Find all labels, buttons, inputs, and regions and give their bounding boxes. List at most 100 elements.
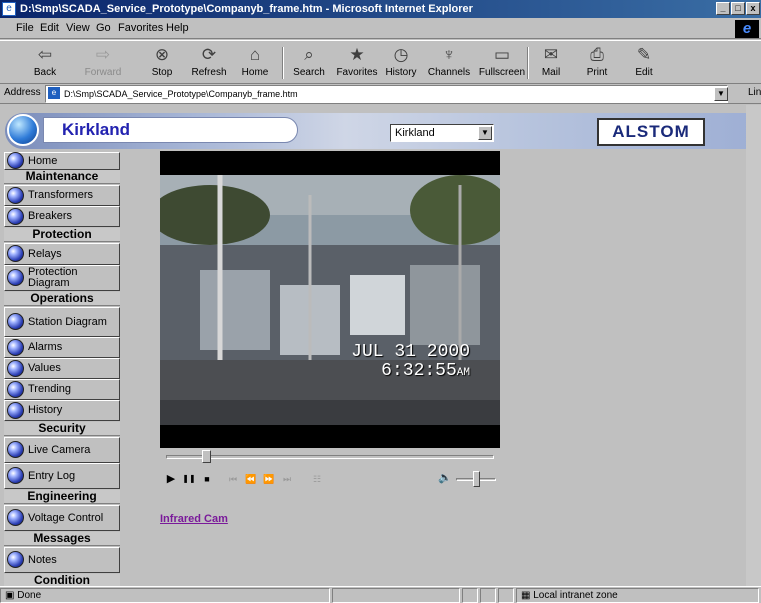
back-button[interactable]: ⇦ Back (20, 43, 70, 83)
sidebar-item-notes[interactable]: Notes (4, 547, 120, 573)
seek-bar[interactable] (166, 455, 494, 459)
sidebar-item-trending[interactable]: Trending (4, 379, 120, 400)
bullet-orb-icon (7, 186, 24, 204)
speaker-icon: 🔈 (438, 472, 452, 484)
ie-page-icon: e (2, 2, 16, 16)
menu-file[interactable]: File (16, 22, 34, 34)
site-select[interactable]: Kirkland ▼ (390, 124, 494, 142)
menu-bar: File Edit View Go Favorites Help (0, 19, 761, 39)
fullscreen-button[interactable]: ▭ Fullscreen (477, 43, 527, 83)
volume-control[interactable]: 🔈 (436, 469, 500, 489)
pause-button[interactable]: ❚❚ (180, 470, 198, 488)
back-arrow-icon: ⇦ (37, 45, 53, 64)
playlist-button[interactable]: ☷ (308, 470, 326, 488)
video-date: JUL 31 2000 (351, 342, 470, 362)
globe-icon (7, 114, 39, 146)
seek-thumb[interactable] (202, 450, 211, 463)
sidebar-item-alarms[interactable]: Alarms (4, 337, 120, 358)
status-pane (462, 588, 478, 603)
sidebar-item-relays[interactable]: Relays (4, 243, 120, 265)
status-page-icon: ▣ (5, 590, 18, 601)
edit-icon: ✎ (636, 45, 652, 64)
bullet-orb-icon (7, 551, 24, 568)
links-button[interactable]: Links (748, 87, 761, 98)
favorites-icon: ★ (349, 45, 365, 64)
window-title: D:\Smp\SCADA_Service_Prototype\Companyb_… (20, 3, 473, 15)
bullet-orb-icon (7, 380, 24, 398)
refresh-button[interactable]: ⟳ Refresh (184, 43, 234, 83)
fast-forward-button[interactable]: ⏩ (260, 470, 278, 488)
channels-button[interactable]: ♆ Channels (424, 43, 474, 83)
edit-button[interactable]: ✎ Edit (619, 43, 669, 83)
window-title-bar[interactable]: D:\Smp\SCADA_Service_Prototype\Companyb_… (0, 0, 761, 18)
address-dropdown-button[interactable]: ▼ (714, 87, 728, 101)
stop-button[interactable]: ■ (198, 470, 216, 488)
bullet-orb-icon (7, 441, 24, 458)
bullet-orb-icon (7, 245, 24, 262)
sidebar-item-transformers[interactable]: Transformers (4, 185, 120, 206)
sidebar-item-station-diagram[interactable]: Station Diagram (4, 307, 120, 337)
sidebar-item-breakers[interactable]: Breakers (4, 206, 120, 227)
section-header-security: Security (4, 422, 120, 436)
status-bar: ▣ Done ▦ Local intranet zone (0, 586, 761, 603)
infrared-cam-link[interactable]: Infrared Cam (160, 513, 228, 525)
close-button[interactable]: x (746, 2, 760, 15)
substation-camera-image (160, 175, 500, 425)
section-header-operations: Operations (4, 292, 120, 306)
bullet-orb-icon (7, 269, 24, 286)
home-button[interactable]: ⌂ Home (230, 43, 280, 83)
bullet-orb-icon (7, 359, 24, 377)
stop-button[interactable]: ⊗ Stop (137, 43, 187, 83)
rewind-button[interactable]: ⏪ (242, 470, 260, 488)
video-ampm: AM (456, 367, 470, 379)
video-time: 6:32:55 (381, 361, 457, 381)
stop-icon: ⊗ (154, 45, 170, 64)
forward-button[interactable]: ⇨ Forward (78, 43, 128, 83)
search-icon: ⌕ (304, 45, 314, 64)
print-icon: ⎙ (590, 45, 604, 64)
play-button[interactable]: ▶ (162, 470, 180, 488)
menu-view[interactable]: View (66, 22, 90, 34)
status-zone-pane: ▦ Local intranet zone (516, 588, 759, 603)
sidebar-item-history[interactable]: History (4, 400, 120, 421)
refresh-icon: ⟳ (201, 45, 217, 64)
ie-logo-icon: e (735, 20, 759, 38)
menu-favorites[interactable]: Favorites (118, 22, 163, 34)
bullet-orb-icon (7, 338, 24, 356)
status-progress-pane (332, 588, 460, 603)
status-text-pane: ▣ Done (0, 588, 330, 603)
menu-edit[interactable]: Edit (40, 22, 59, 34)
menu-go[interactable]: Go (96, 22, 111, 34)
bullet-orb-icon (7, 467, 24, 484)
address-input[interactable]: D:\Smp\SCADA_Service_Prototype\Companyb_… (45, 85, 728, 103)
bullet-orb-icon (7, 509, 24, 526)
skip-back-button[interactable]: ⏮ (224, 470, 242, 488)
sidebar-item-protection-diagram[interactable]: Protection Diagram (4, 265, 120, 291)
section-header-engineering: Engineering (4, 490, 120, 504)
search-button[interactable]: ⌕ Search (284, 43, 334, 83)
status-pane (498, 588, 514, 603)
alstom-logo: ALSTOM (597, 118, 705, 146)
home-icon: ⌂ (249, 45, 261, 64)
history-button[interactable]: ◷ History (376, 43, 426, 83)
sidebar-item-home[interactable]: Home (4, 152, 120, 170)
sidebar-item-entry-log[interactable]: Entry Log (4, 463, 120, 489)
mail-button[interactable]: ✉ Mail (526, 43, 576, 83)
vertical-scrollbar[interactable] (746, 105, 761, 586)
menu-help[interactable]: Help (166, 22, 189, 34)
bullet-orb-icon (7, 207, 24, 225)
favorites-button[interactable]: ★ Favorites (332, 43, 382, 83)
sidebar-item-voltage-control[interactable]: Voltage Control (4, 505, 120, 531)
print-button[interactable]: ⎙ Print (572, 43, 622, 83)
maximize-button[interactable]: □ (731, 2, 745, 15)
chevron-down-icon: ▼ (478, 126, 492, 140)
minimize-button[interactable]: _ (716, 2, 730, 15)
site-select-value: Kirkland (395, 127, 435, 139)
site-name-tab: Kirkland (43, 117, 298, 143)
camera-video-frame[interactable]: JUL 31 2000 6:32:55AM (160, 151, 500, 448)
volume-thumb[interactable] (473, 471, 480, 487)
sidebar-item-values[interactable]: Values (4, 358, 120, 379)
sidebar-item-live-camera[interactable]: Live Camera (4, 437, 120, 463)
bullet-orb-icon (7, 313, 24, 330)
skip-forward-button[interactable]: ⏭ (278, 470, 296, 488)
